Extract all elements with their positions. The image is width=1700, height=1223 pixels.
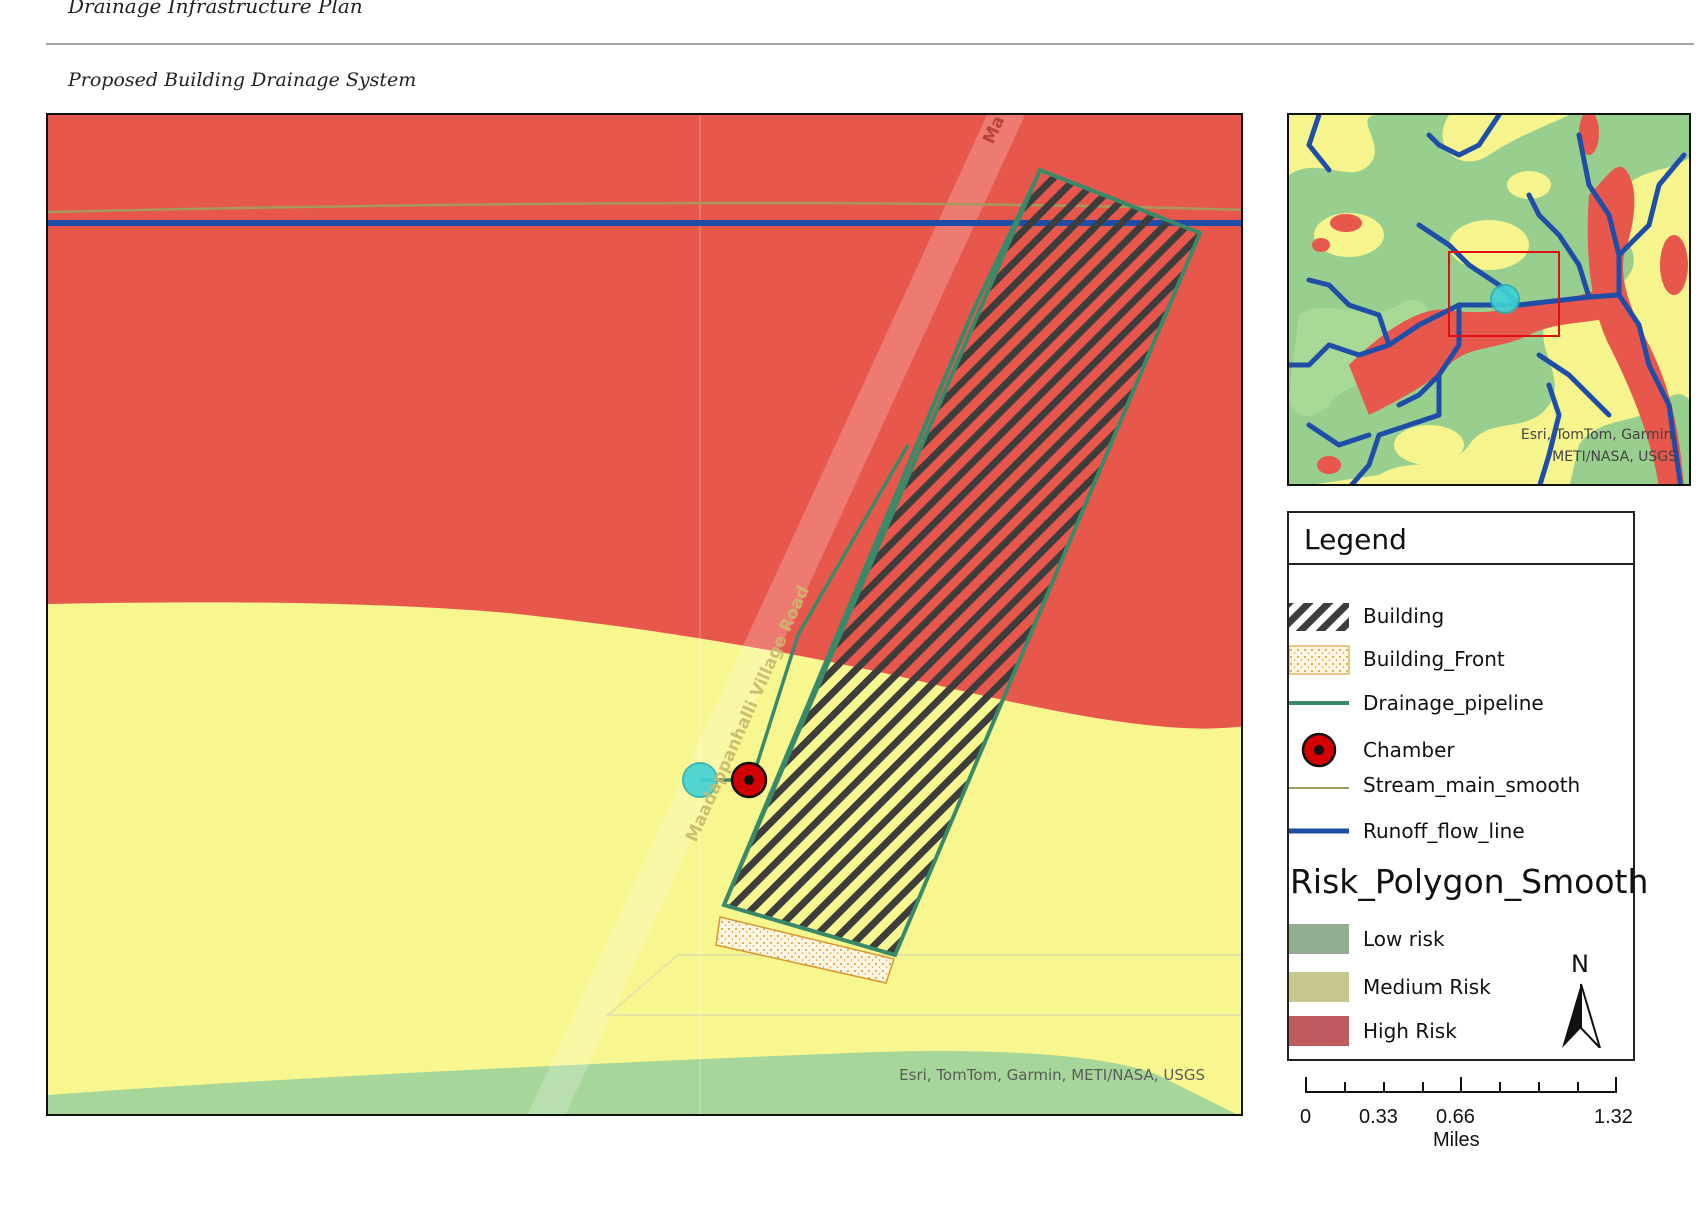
legend-label: Building_Front <box>1363 647 1505 671</box>
map-attribution: Esri, TomTom, Garmin, METI/NASA, USGS <box>899 1066 1205 1084</box>
legend-item-chamber: Chamber <box>1289 732 1619 768</box>
inset-overview-map[interactable]: Esri, TomTom, Garmin, METI/NASA, USGS <box>1287 113 1691 486</box>
medium-risk-swatch-icon <box>1289 972 1349 1002</box>
pipeline-line-icon <box>1289 701 1349 705</box>
main-map-frame[interactable]: Ma Maadappanhalli Village Road Esri, Tom… <box>46 113 1243 1116</box>
legend-label: Low risk <box>1363 927 1445 951</box>
map-subtitle: Proposed Building Drainage System <box>68 69 417 91</box>
chamber-marker-icon <box>1301 732 1337 768</box>
legend-label: Stream_main_smooth <box>1363 773 1581 797</box>
north-arrow-icon <box>1562 983 1601 1048</box>
main-map-canvas: Ma Maadappanhalli Village Road <box>48 115 1241 1114</box>
legend-item-runoff: Runoff_flow_line <box>1289 813 1619 849</box>
scale-label-066: 0.66 <box>1436 1106 1475 1128</box>
legend-item-building: Building <box>1289 598 1619 634</box>
inset-attribution-line-2: METI/NASA, USGS <box>1552 449 1677 465</box>
scale-unit: Miles <box>1433 1129 1480 1151</box>
scale-label-033: 0.33 <box>1359 1106 1398 1128</box>
document-title: Drainage Infrastructure Plan <box>68 0 363 18</box>
legend-label: Runoff_flow_line <box>1363 819 1525 843</box>
stream-line-icon <box>1289 787 1349 789</box>
legend-label: Drainage_pipeline <box>1363 691 1544 715</box>
scale-bar: 0 0.33 0.66 1.32 Miles <box>1290 1072 1650 1152</box>
legend-item-building-front: Building_Front <box>1289 641 1619 677</box>
building-hatch-icon <box>1289 603 1349 631</box>
inset-attribution-line-1: Esri, TomTom, Garmin, <box>1520 427 1677 443</box>
legend-label: Medium Risk <box>1363 975 1491 999</box>
legend-item-stream: Stream_main_smooth <box>1289 767 1619 803</box>
low-risk-swatch-icon <box>1289 924 1349 954</box>
legend-label: High Risk <box>1363 1019 1457 1043</box>
legend-item-drainage-pipeline: Drainage_pipeline <box>1289 685 1619 721</box>
scale-label-132: 1.32 <box>1594 1106 1633 1128</box>
legend-title: Legend <box>1304 523 1407 556</box>
legend-label: Chamber <box>1363 738 1455 762</box>
high-risk-swatch-icon <box>1289 1016 1349 1046</box>
legend-group-title: Risk_Polygon_Smooth <box>1290 862 1649 901</box>
legend-divider <box>1289 563 1633 565</box>
scale-label-0: 0 <box>1300 1106 1312 1128</box>
runoff-line-icon <box>1289 828 1349 834</box>
header-divider <box>46 43 1694 45</box>
legend-label: Building <box>1363 604 1445 628</box>
inset-site-marker <box>1490 284 1520 314</box>
building-front-dots-icon <box>1289 645 1350 675</box>
scale-bar-ticks <box>1305 1077 1617 1093</box>
chamber-marker[interactable] <box>730 761 768 799</box>
inset-attribution: Esri, TomTom, Garmin, METI/NASA, USGS <box>1521 424 1677 468</box>
